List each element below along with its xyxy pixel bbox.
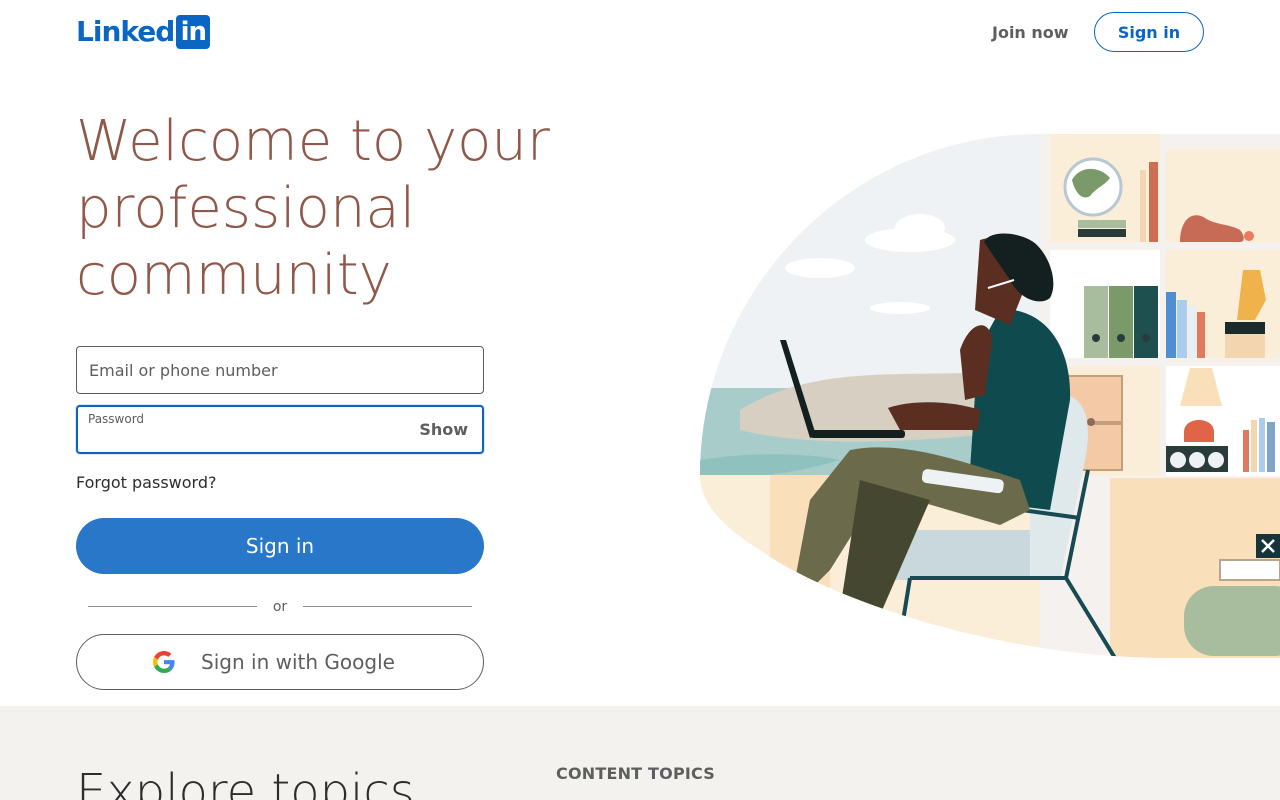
linkedin-logo[interactable]: Linked in bbox=[76, 15, 211, 49]
email-field[interactable]: Email or phone number bbox=[76, 346, 484, 394]
sign-in-with-google-button[interactable]: Sign in with Google bbox=[76, 634, 484, 690]
google-sign-in-label: Sign in with Google bbox=[201, 650, 395, 674]
linkedin-login-page: Linked in Join now Sign in Welcome to yo… bbox=[0, 0, 1280, 800]
top-nav: Linked in Join now Sign in bbox=[0, 0, 1280, 64]
logo-in-box: in bbox=[176, 15, 211, 49]
divider-line-left bbox=[88, 606, 257, 607]
google-g-icon bbox=[153, 651, 175, 673]
password-label: Password bbox=[88, 412, 145, 426]
hero-illustration bbox=[700, 134, 1280, 658]
email-placeholder: Email or phone number bbox=[89, 360, 278, 380]
close-icon[interactable] bbox=[1256, 534, 1280, 558]
or-divider: or bbox=[88, 596, 472, 618]
password-field[interactable]: Password Show bbox=[76, 405, 484, 454]
header-sign-in-button[interactable]: Sign in bbox=[1094, 12, 1204, 52]
forgot-password-link[interactable]: Forgot password? bbox=[76, 470, 216, 494]
show-password-button[interactable]: Show bbox=[419, 407, 468, 452]
explore-topics-heading: Explore topics bbox=[76, 764, 415, 800]
sign-in-button[interactable]: Sign in bbox=[76, 518, 484, 574]
hero-title: Welcome to your professional community bbox=[76, 109, 550, 308]
logo-wordmark: Linked bbox=[76, 15, 175, 48]
join-now-link[interactable]: Join now bbox=[980, 12, 1081, 52]
divider-text: or bbox=[272, 599, 288, 615]
divider-line-right bbox=[303, 606, 472, 607]
content-topics-label: CONTENT TOPICS bbox=[556, 764, 716, 783]
